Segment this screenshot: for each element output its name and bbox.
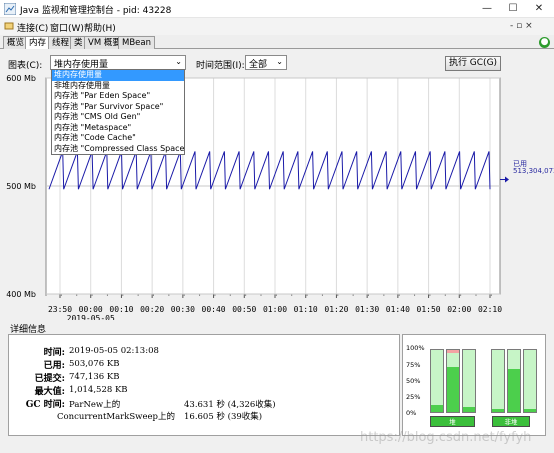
menu-connection[interactable]: 连接(C) [17,21,48,34]
heap-pool-bar[interactable] [446,349,460,413]
x-tick-label: 01:40 [386,305,410,314]
menu-help[interactable]: 帮助(H) [84,21,116,34]
y-tick-label: 400 Mb [6,290,36,299]
committed-label: 已提交: [34,374,65,384]
dropdown-option[interactable]: 内存池 "Code Cache" [52,133,184,144]
maximize-icon[interactable]: ☐ [500,0,526,18]
dropdown-option[interactable]: 内存池 "CMS Old Gen" [52,112,184,123]
percent-label: 100% [406,344,425,352]
nonheap-pool-bar[interactable] [507,349,521,413]
details-box: 时间: 2019-05-05 02:13:08 已用: 503,076 KB 已… [8,334,400,436]
connection-icon [4,22,14,30]
gc-parnew-name: ParNew上的 [69,400,121,410]
tab-mbean[interactable]: MBean [118,36,155,49]
x-tick-label: 01:10 [294,305,318,314]
pool-usage-fill [508,368,520,412]
committed-value: 747,136 KB [69,372,120,382]
dropdown-option[interactable]: 堆内存使用量 [52,70,184,81]
percent-label: 25% [406,393,421,401]
x-tick-label: 02:00 [447,305,471,314]
gc-parnew-value: 43.631 秒 (4,326收集) [184,400,276,410]
dropdown-option[interactable]: 内存池 "Par Survivor Space" [52,102,184,113]
java-app-icon [4,3,16,15]
x-tick-label: 01:00 [263,305,287,314]
chart-dropdown-list[interactable]: 堆内存使用量 非堆内存使用量 内存池 "Par Eden Space" 内存池 … [51,69,185,155]
title-bar: Java 监视和管理控制台 - pid: 43228 — ☐ ✕ [0,0,554,18]
pool-usage-fill [463,407,475,412]
gc-time-label: GC 时间: [25,400,65,410]
x-tick-label: 00:10 [109,305,133,314]
pool-usage-fill [447,367,459,412]
gc-cms-value: 16.605 秒 (39收集) [184,412,263,422]
chart-select[interactable]: 堆内存使用量 ⌄ [50,55,186,70]
x-tick-label: 02:10 [478,305,502,314]
perform-gc-button[interactable]: 执行 GC(G) [445,56,501,71]
heap-pool-bar[interactable] [462,349,476,413]
x-date-label: 2019-05-05 [67,314,115,320]
gc-cms-name: ConcurrentMarkSweep上的 [57,412,175,422]
pool-uncommitted-cap [447,350,459,354]
time-range-select[interactable]: 全部 ⌄ [245,55,287,70]
x-tick-label: 01:50 [417,305,441,314]
dropdown-option[interactable]: 非堆内存使用量 [52,81,184,92]
x-tick-label: 23:50 [48,305,72,314]
used-current-value: 513,304,072 [513,167,554,175]
heap-bar-label[interactable]: 堆 [430,416,475,427]
percent-label: 0% [406,409,417,417]
nonheap-pool-bar[interactable] [523,349,537,413]
nonheap-bar-label[interactable]: 非堆 [492,416,530,427]
x-tick-label: 00:00 [79,305,103,314]
max-value: 1,014,528 KB [69,385,128,395]
tab-memory[interactable]: 内存 [25,36,51,50]
y-tick-label: 600 Mb [6,74,36,83]
close-icon[interactable]: ✕ [526,0,552,18]
x-tick-label: 00:30 [171,305,195,314]
connection-status-icon[interactable]: ● [539,37,550,48]
dropdown-option[interactable]: 内存池 "Par Eden Space" [52,91,184,102]
x-tick-label: 00:20 [140,305,164,314]
max-label: 最大值: [34,387,65,397]
time-label: 时间: [43,348,65,358]
x-tick-label: 00:40 [202,305,226,314]
menu-window[interactable]: 窗口(W) [50,21,84,34]
chevron-down-icon: ⌄ [175,57,182,66]
heap-pool-bar[interactable] [430,349,444,413]
tab-bar: 概览 内存 线程 类 VM 概要 MBean [0,35,554,50]
time-value: 2019-05-05 02:13:08 [69,346,159,356]
percent-label: 75% [406,361,421,369]
watermark-text: https://blog.csdn.net/fyfyh [360,430,532,445]
chevron-down-icon: ⌄ [276,57,283,66]
time-range-value: 全部 [249,60,268,70]
pool-usage-fill [431,404,443,412]
nonheap-pool-bar[interactable] [491,349,505,413]
pool-usage-fill [524,408,536,412]
menu-bar: 连接(C) 窗口(W) 帮助(H) - ▫ × [0,18,554,35]
current-value-arrow-icon [505,176,509,183]
inner-window-controls[interactable]: - ▫ × [510,21,533,31]
x-tick-label: 01:30 [355,305,379,314]
pool-usage-fill [492,408,504,412]
dropdown-option[interactable]: 内存池 "Metaspace" [52,123,184,134]
x-tick-label: 01:20 [324,305,348,314]
x-tick-label: 00:50 [232,305,256,314]
y-tick-label: 500 Mb [6,182,36,191]
dropdown-option[interactable]: 内存池 "Compressed Class Space" [52,144,184,155]
used-value: 503,076 KB [69,359,120,369]
percent-label: 50% [406,377,421,385]
used-label: 已用: [43,361,65,371]
window-title: Java 监视和管理控制台 - pid: 43228 [20,6,172,16]
minimize-icon[interactable]: — [474,0,500,18]
